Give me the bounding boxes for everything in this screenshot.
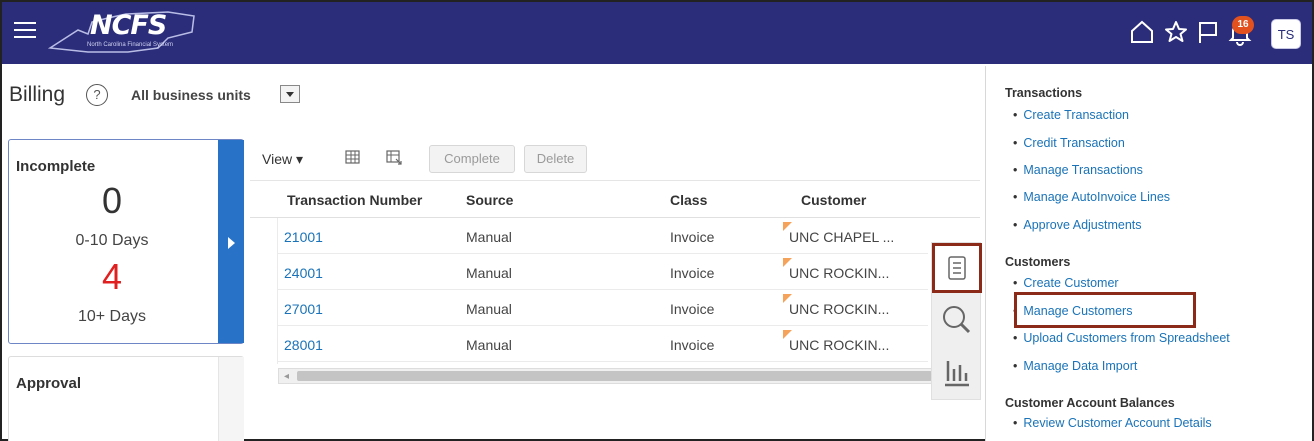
source-cell: Manual — [466, 337, 512, 353]
column-header[interactable]: Transaction Number — [287, 192, 422, 208]
section-heading-transactions: Transactions — [1005, 86, 1083, 100]
table-row[interactable]: 27001 Manual Invoice UNC ROCKIN... — [278, 290, 928, 326]
search-icon[interactable] — [932, 295, 982, 345]
flag-icon[interactable] — [1194, 18, 1222, 46]
delete-button[interactable]: Delete — [524, 145, 587, 173]
tasks-panel: Transactions Create Transaction Credit T… — [985, 66, 1312, 441]
table-row[interactable]: 21001 Manual Invoice UNC CHAPEL ... — [278, 218, 928, 254]
freeze-columns-icon[interactable] — [343, 147, 363, 167]
scroll-left-icon[interactable]: ◂ — [284, 371, 289, 382]
tile-title: Approval — [16, 375, 82, 392]
page-title: Billing — [9, 83, 66, 106]
customer-cell: UNC ROCKIN... — [789, 337, 890, 353]
column-header[interactable]: Class — [670, 192, 707, 208]
analytics-icon[interactable] — [932, 347, 982, 397]
class-cell: Invoice — [670, 265, 715, 281]
source-cell: Manual — [466, 265, 512, 281]
home-icon[interactable] — [1128, 18, 1156, 46]
scrollbar-thumb[interactable] — [297, 371, 932, 381]
transaction-number-link[interactable]: 24001 — [284, 265, 323, 281]
class-cell: Invoice — [670, 229, 715, 245]
section-heading-customer-account-balances: Customer Account Balances — [1005, 396, 1175, 410]
label-10-plus-days: 10+ Days — [77, 308, 147, 325]
hamburger-icon[interactable] — [14, 22, 36, 40]
customer-cell: UNC ROCKIN... — [789, 301, 890, 317]
link-approve-adjustments[interactable]: Approve Adjustments — [1013, 218, 1141, 232]
column-header[interactable]: Source — [466, 192, 513, 208]
approval-tile[interactable]: Approval — [8, 356, 244, 441]
row-selector-gutter — [250, 218, 278, 364]
tile-strip — [218, 357, 244, 441]
source-cell: Manual — [466, 301, 512, 317]
link-upload-customers-from-spreadsheet[interactable]: Upload Customers from Spreadsheet — [1013, 331, 1229, 345]
label-0-10-days: 0-10 Days — [75, 232, 149, 249]
view-menu[interactable]: View ▾ — [262, 151, 303, 168]
logo-text: NCFS — [90, 10, 167, 41]
incomplete-tile[interactable]: Incomplete 0 0-10 Days 4 10+ Days — [8, 139, 244, 344]
customer-cell: UNC CHAPEL ... — [789, 229, 895, 245]
business-unit-dropdown[interactable] — [280, 85, 300, 103]
section-heading-customers: Customers — [1005, 255, 1071, 269]
logo-subtitle: North Carolina Financial System — [87, 42, 174, 48]
expand-arrow-icon[interactable] — [218, 140, 244, 343]
business-unit-label: All business units — [131, 87, 251, 103]
class-cell: Invoice — [670, 337, 715, 353]
customer-cell: UNC ROCKIN... — [789, 265, 890, 281]
global-header: NCFS North Carolina Financial System 16 … — [2, 2, 1312, 64]
link-credit-transaction[interactable]: Credit Transaction — [1013, 136, 1124, 150]
transactions-table: Transaction Number Source Class Customer… — [250, 180, 980, 395]
link-manage-data-import[interactable]: Manage Data Import — [1013, 359, 1137, 373]
detach-table-icon[interactable] — [384, 147, 404, 167]
horizontal-scrollbar[interactable]: ◂ — [278, 368, 938, 384]
link-manage-autoinvoice-lines[interactable]: Manage AutoInvoice Lines — [1013, 190, 1170, 204]
link-create-customer[interactable]: Create Customer — [1013, 276, 1118, 290]
transaction-number-link[interactable]: 27001 — [284, 301, 323, 317]
notification-badge: 16 — [1232, 16, 1254, 34]
source-cell: Manual — [466, 229, 512, 245]
highlight-box — [1014, 292, 1196, 328]
help-icon[interactable]: ? — [86, 84, 108, 106]
table-row[interactable]: 24001 Manual Invoice UNC ROCKIN... — [278, 254, 928, 290]
user-avatar[interactable]: TS — [1271, 19, 1301, 49]
class-cell: Invoice — [670, 301, 715, 317]
count-0-10-days: 0 — [101, 180, 123, 221]
transaction-number-link[interactable]: 21001 — [284, 229, 323, 245]
table-header: Transaction Number Source Class Customer — [250, 180, 980, 218]
link-manage-transactions[interactable]: Manage Transactions — [1013, 163, 1143, 177]
link-review-customer-account-details[interactable]: Review Customer Account Details — [1013, 416, 1211, 430]
star-icon[interactable] — [1162, 18, 1190, 46]
panel-tabs — [931, 242, 982, 400]
column-header[interactable]: Customer — [801, 192, 866, 208]
tasks-icon[interactable] — [932, 243, 982, 293]
count-10-plus-days[interactable]: 4 — [9, 256, 215, 298]
transaction-number-link[interactable]: 28001 — [284, 337, 323, 353]
link-create-transaction[interactable]: Create Transaction — [1013, 108, 1129, 122]
table-row[interactable]: 28001 Manual Invoice UNC ROCKIN... — [278, 326, 928, 362]
tile-title: Incomplete — [16, 158, 96, 175]
complete-button[interactable]: Complete — [429, 145, 515, 173]
